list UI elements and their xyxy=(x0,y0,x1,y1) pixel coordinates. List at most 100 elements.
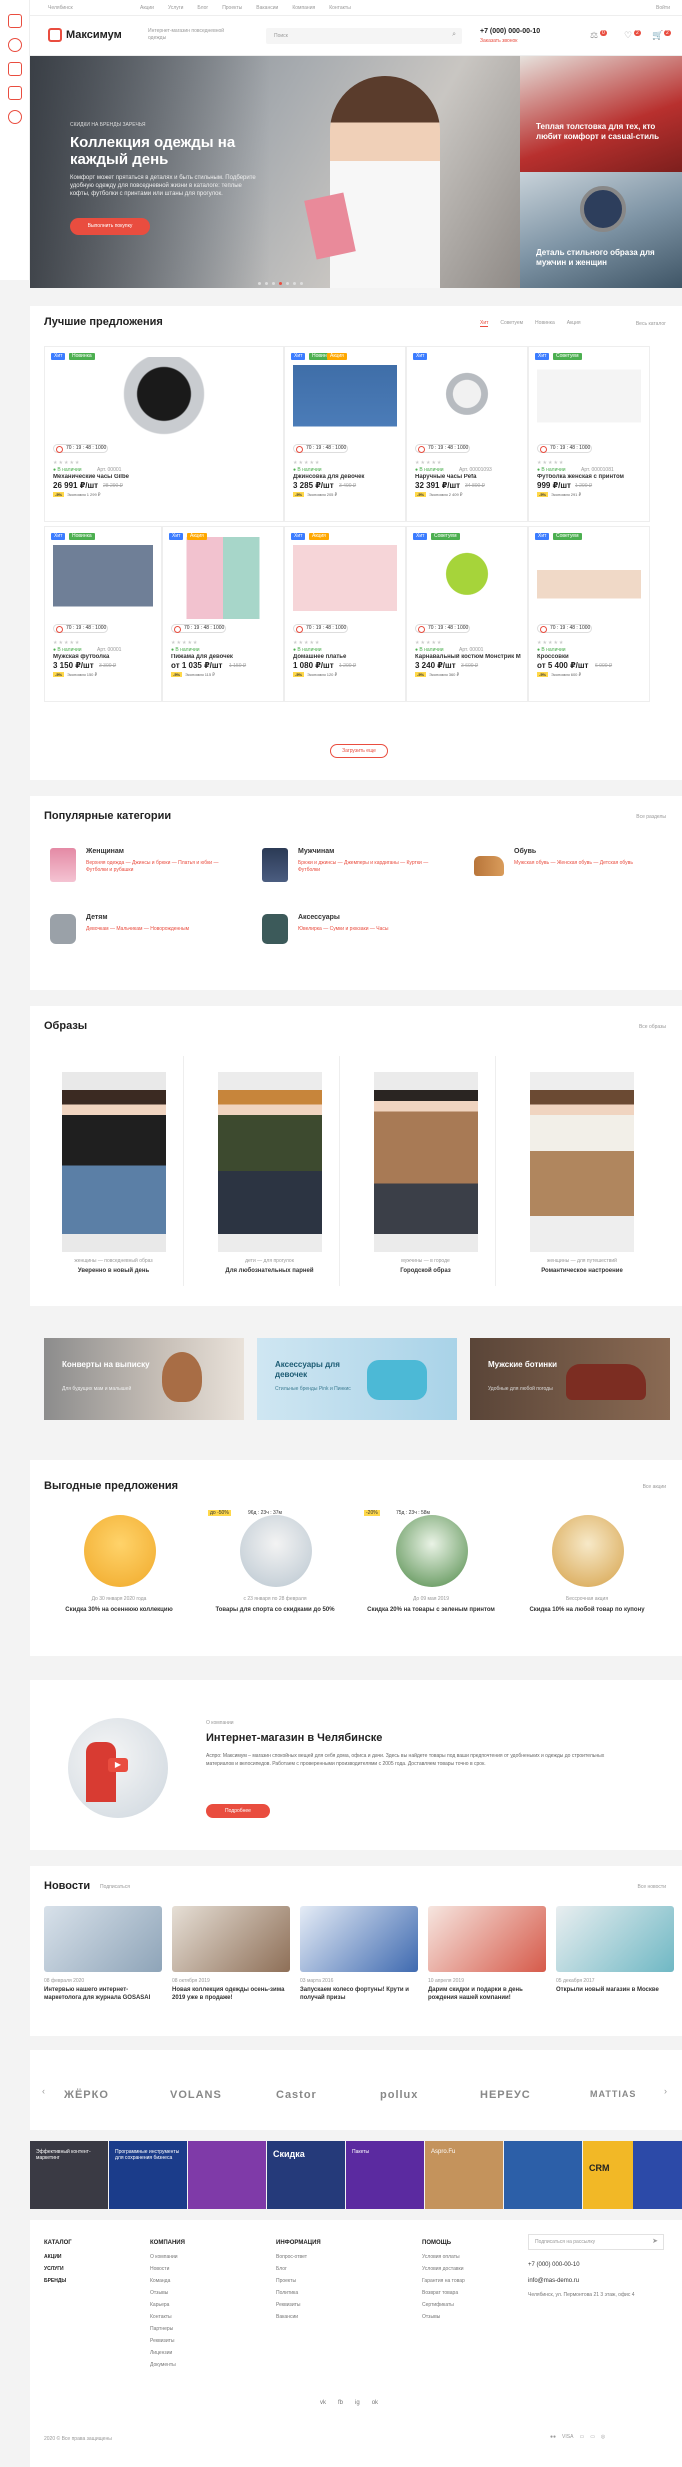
product-image[interactable] xyxy=(415,537,519,619)
promo-banner-3[interactable]: Мужские ботинки Удобные для любой погоды xyxy=(470,1338,670,1420)
footer-link[interactable]: Вопрос-ответ xyxy=(276,2254,307,2260)
footer-subscribe-input[interactable]: Подписаться на рассылку ➤ xyxy=(528,2234,664,2250)
product-image[interactable] xyxy=(293,537,397,619)
footer-link[interactable]: Условия доставки xyxy=(422,2266,464,2272)
search-icon[interactable]: ⌕ xyxy=(452,31,456,39)
categories-all-link[interactable]: Все разделы xyxy=(636,814,666,820)
product-name[interactable]: Карнавальный костюм Монстрик Майк xyxy=(415,654,521,660)
product-image[interactable] xyxy=(537,537,641,619)
top-nav-link[interactable]: Услуги xyxy=(168,5,183,11)
outfits-all-link[interactable]: Все образы xyxy=(639,1024,666,1030)
city-selector[interactable]: Челябинск xyxy=(48,5,73,11)
login-link[interactable]: Войти xyxy=(656,5,670,11)
vk-icon[interactable]: vk xyxy=(320,2400,326,2406)
brand-logo[interactable]: ЖЁРКО xyxy=(64,2089,109,2101)
footer-link[interactable]: Реквизиты xyxy=(276,2302,301,2308)
top-nav-link[interactable]: Вакансии xyxy=(256,5,278,11)
promo-tile[interactable]: Программные инструменты для сохранения б… xyxy=(109,2141,187,2209)
category-men-links[interactable]: Брюки и джинсы — Джемперы и кардиганы — … xyxy=(298,860,448,874)
top-nav-link[interactable]: Компания xyxy=(292,5,315,11)
category-accessories[interactable]: Аксессуары Ювелирка — Сумки и рюкзаки — … xyxy=(256,906,456,966)
outfit-card[interactable]: женщины — для путешествий Романтическое … xyxy=(512,1056,652,1286)
footer-link[interactable]: Документы xyxy=(150,2362,176,2368)
footer-link[interactable]: Новости xyxy=(150,2266,169,2272)
instagram-icon[interactable]: ig xyxy=(355,2400,360,2406)
footer-link[interactable]: О компании xyxy=(150,2254,178,2260)
tab-advice[interactable]: Советуем xyxy=(500,320,523,327)
send-icon[interactable]: ➤ xyxy=(652,2237,658,2245)
tab-new[interactable]: Новинка xyxy=(535,320,555,327)
footer-link[interactable]: Возврат товара xyxy=(422,2290,458,2296)
product-card[interactable]: Хит Советуем 70 : 19 : 48 : 1000 ★★★★★ ● В н… xyxy=(528,526,650,702)
promo-tile[interactable]: Пакеты xyxy=(346,2141,424,2209)
footer-link[interactable]: Отзывы xyxy=(150,2290,168,2296)
category-men[interactable]: Мужчинам Брюки и джинсы — Джемперы и кар… xyxy=(256,840,456,900)
odnoklassniki-icon[interactable]: ok xyxy=(372,2400,378,2406)
product-card[interactable]: Хит 70 : 19 : 48 : 1000 ★★★★★ ● В наличии Ар… xyxy=(406,346,528,522)
promo-tile[interactable] xyxy=(504,2141,582,2209)
tab-hit[interactable]: Хит xyxy=(480,320,489,327)
deal-card[interactable]: До 30 января 2020 года Скидка 30% на осе… xyxy=(44,1500,194,1650)
news-card[interactable]: 05 декабря 2017 Открыли новый магазин в … xyxy=(556,1906,674,1993)
footer-email[interactable]: info@mas-demo.ru xyxy=(528,2278,579,2284)
footer-link[interactable]: Партнеры xyxy=(150,2326,173,2332)
product-name[interactable]: Кроссовки xyxy=(537,654,643,660)
top-nav-link[interactable]: Проекты xyxy=(222,5,242,11)
outfit-card[interactable]: женщины — повседневный образ Уверенно в … xyxy=(44,1056,184,1286)
brand-logo[interactable]: VOLANS xyxy=(170,2089,222,2101)
news-card[interactable]: 03 марта 2016 Запускаем колесо фортуны! … xyxy=(300,1906,418,2001)
deals-all-link[interactable]: Все акции xyxy=(643,1484,666,1490)
brand-logo[interactable]: Castor xyxy=(276,2089,317,2101)
facebook-icon[interactable]: fb xyxy=(338,2400,343,2406)
category-shoes[interactable]: Обувь Мужская обувь — Женская обувь — Де… xyxy=(468,840,668,900)
promo-tile[interactable]: CRM xyxy=(583,2141,633,2209)
product-image[interactable] xyxy=(171,537,275,619)
news-card[interactable]: 08 октября 2019 Новая коллекция одежды о… xyxy=(172,1906,290,2001)
footer-link[interactable]: Сертификаты xyxy=(422,2302,454,2308)
footer-link[interactable]: Проекты xyxy=(276,2278,296,2284)
news-all-link[interactable]: Все новости xyxy=(637,1884,666,1890)
about-button[interactable]: Подробнее xyxy=(206,1804,270,1818)
deal-card[interactable]: до -50% 96д : 23ч : 37м с 23 января по 2… xyxy=(200,1500,350,1650)
product-name[interactable]: Пижама для девочек xyxy=(171,654,277,660)
promo-tile[interactable]: Aspro.Fu xyxy=(425,2141,503,2209)
footer-phone[interactable]: +7 (000) 000-00-10 xyxy=(528,2262,580,2268)
top-nav-link[interactable]: Акции xyxy=(140,5,154,11)
product-image[interactable] xyxy=(53,357,275,439)
footer-link[interactable]: Контакты xyxy=(150,2314,172,2320)
category-accessories-links[interactable]: Ювелирка — Сумки и рюкзаки — Часы xyxy=(298,926,448,933)
product-card[interactable]: Хит Советуем 70 : 19 : 48 : 1000 ★★★★★ ● В н… xyxy=(406,526,528,702)
product-name[interactable]: Механические часы Gilbe xyxy=(53,474,277,480)
product-name[interactable]: Мужская футболка xyxy=(53,654,155,660)
slider-dots[interactable] xyxy=(258,272,307,290)
category-women[interactable]: Женщинам Верхняя одежда — Джинсы и брюки… xyxy=(44,840,244,900)
favorites-icon[interactable] xyxy=(8,86,22,100)
product-image[interactable] xyxy=(415,357,519,439)
promo-tile[interactable]: Эффективный контент-маркетинг xyxy=(30,2141,108,2209)
product-name[interactable]: Джинсовка для девочек xyxy=(293,474,399,480)
deal-card[interactable]: Бессрочная акция Скидка 10% на любой тов… xyxy=(512,1500,662,1650)
product-name[interactable]: Наручные часы Pefa xyxy=(415,474,521,480)
play-icon[interactable]: ▶ xyxy=(108,1758,128,1772)
category-kids-links[interactable]: Девочкам — Мальчикам — Новорожденным xyxy=(86,926,236,933)
outfit-card[interactable]: мужчины — в городе Городской образ xyxy=(356,1056,496,1286)
brand-logo[interactable]: НЕРЕУС xyxy=(480,2089,531,2101)
cart-icon[interactable]: 🛒 xyxy=(652,30,663,41)
promo-banner-1[interactable]: Конверты на выписку Для будущих мам и ма… xyxy=(44,1338,244,1420)
promo-banner-2[interactable]: Аксессуары для девочек Стильные бренды P… xyxy=(257,1338,457,1420)
top-nav-link[interactable]: Блог xyxy=(197,5,208,11)
product-card[interactable]: Хит Новинка 70 : 19 : 48 : 1000 ★★★★★ ● В на… xyxy=(44,346,284,522)
footer-link[interactable]: УСЛУГИ xyxy=(44,2266,64,2272)
footer-link[interactable]: Блог xyxy=(276,2266,287,2272)
load-more-button[interactable]: Загрузить еще xyxy=(330,744,388,758)
news-card[interactable]: 10 апреля 2019 Дарим скидки и подарки в … xyxy=(428,1906,546,2001)
favorites-icon[interactable]: ♡ xyxy=(624,30,632,41)
catalog-icon[interactable] xyxy=(8,14,22,28)
footer-link[interactable]: Реквизиты xyxy=(150,2338,175,2344)
promo-tile[interactable] xyxy=(633,2141,682,2209)
footer-link[interactable]: Команда xyxy=(150,2278,170,2284)
logo-icon[interactable] xyxy=(48,28,62,42)
product-image[interactable] xyxy=(537,357,641,439)
hero-button[interactable]: Выполнить покупку xyxy=(70,218,150,235)
product-card[interactable]: Хит Новинка Акция 70 : 19 : 48 : 1000 ★★★★★ ●… xyxy=(284,346,406,522)
